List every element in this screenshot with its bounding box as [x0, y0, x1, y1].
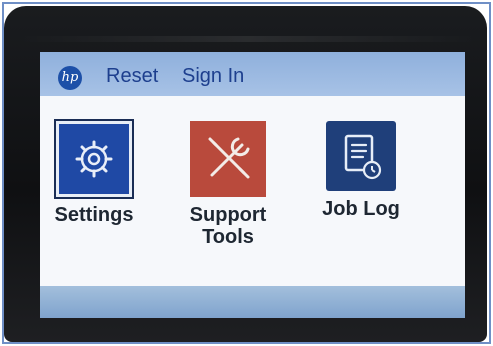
support-tools-tile-icon	[190, 121, 266, 197]
settings-label: Settings	[54, 204, 134, 226]
home-app-grid: Settings Support Tools Job Log	[40, 96, 465, 294]
sign-in-button[interactable]: Sign In	[182, 65, 244, 88]
printer-touchscreen: hp Reset Sign In Settings Support Tools …	[40, 52, 465, 318]
reset-button[interactable]: Reset	[106, 65, 158, 88]
job-log-tile-icon	[326, 121, 396, 191]
top-bar: hp Reset Sign In	[40, 52, 465, 96]
wrench-screwdriver-icon	[208, 137, 250, 179]
bezel-highlight	[18, 36, 478, 42]
hp-logo-icon: hp	[58, 66, 82, 90]
bottom-bar	[40, 286, 465, 318]
gear-icon	[75, 140, 113, 178]
job-log-label: Job Log	[322, 198, 400, 220]
support-tools-label: Support Tools	[168, 204, 288, 248]
support-tools-tile[interactable]: Support Tools	[168, 121, 288, 248]
document-clock-icon	[344, 134, 382, 180]
settings-tile-icon	[54, 119, 134, 199]
job-log-tile[interactable]: Job Log	[301, 121, 421, 220]
support-label-line2: Tools	[202, 226, 254, 248]
settings-tile[interactable]: Settings	[40, 119, 154, 226]
support-label-line1: Support	[189, 204, 267, 226]
